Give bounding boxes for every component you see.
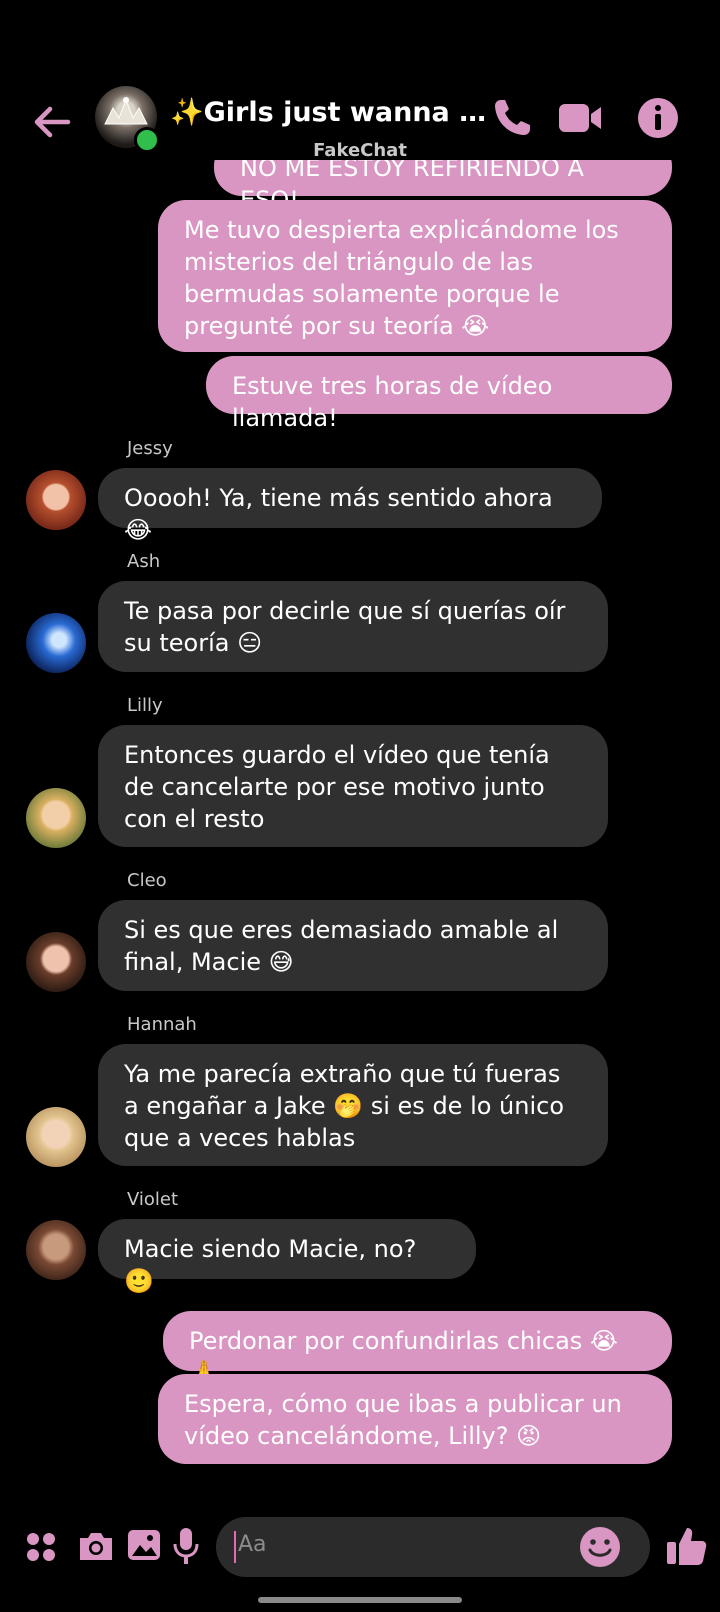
incoming-message[interactable]: Ooooh! Ya, tiene más sentido ahora 😂: [98, 468, 602, 544]
phone-icon[interactable]: [488, 94, 536, 142]
thumbs-up-icon[interactable]: [664, 1524, 708, 1568]
text-cursor: [234, 1531, 236, 1563]
message-text: Macie siendo Macie, no? 🙂: [124, 1235, 417, 1295]
info-icon[interactable]: [634, 94, 682, 142]
video-icon[interactable]: [556, 94, 604, 142]
sender-name: Violet: [127, 1189, 179, 1210]
camera-icon[interactable]: [76, 1528, 116, 1564]
incoming-message[interactable]: Te pasa por decirle que sí querías oír s…: [98, 581, 608, 672]
incoming-message[interactable]: Entonces guardo el vídeo que tenía de ca…: [98, 725, 608, 847]
message-text: Espera, cómo que ibas a publicar un víde…: [184, 1390, 622, 1450]
sender-name: Hannah: [127, 1014, 197, 1035]
sender-name: Ash: [127, 551, 161, 572]
emoji-icon[interactable]: [578, 1525, 622, 1569]
message-text: Entonces guardo el vídeo que tenía de ca…: [124, 741, 550, 833]
message-text: Si es que eres demasiado amable al final…: [124, 916, 559, 976]
chat-header: ✨Girls just wanna to h... FakeChat: [0, 80, 720, 172]
apps-icon[interactable]: [24, 1530, 58, 1564]
sender-name: Cleo: [127, 870, 167, 891]
watermark: FakeChat: [313, 140, 407, 161]
avatar-ash[interactable]: [26, 613, 86, 673]
composer-bar: Aa: [0, 1512, 720, 1582]
message-text: Me tuvo despierta explicándome los miste…: [184, 216, 619, 340]
back-arrow-icon[interactable]: [30, 100, 74, 144]
avatar-lilly[interactable]: [26, 788, 86, 848]
home-indicator: [258, 1597, 462, 1603]
sender-name: Jessy: [127, 438, 173, 459]
chat-title[interactable]: ✨Girls just wanna to h...: [170, 96, 492, 128]
microphone-icon[interactable]: [172, 1526, 200, 1566]
avatar-violet[interactable]: [26, 1220, 86, 1280]
gallery-icon[interactable]: [126, 1526, 162, 1564]
message-input[interactable]: Aa: [216, 1517, 650, 1577]
outgoing-message[interactable]: Me tuvo despierta explicándome los miste…: [158, 200, 672, 352]
avatar-hannah[interactable]: [26, 1107, 86, 1167]
message-text: Te pasa por decirle que sí querías oír s…: [124, 597, 566, 657]
message-text: Ooooh! Ya, tiene más sentido ahora 😂: [124, 484, 553, 544]
incoming-message[interactable]: Si es que eres demasiado amable al final…: [98, 900, 608, 991]
avatar-jessy[interactable]: [26, 470, 86, 530]
avatar-cleo[interactable]: [26, 932, 86, 992]
message-placeholder: Aa: [238, 1532, 267, 1557]
incoming-message[interactable]: Macie siendo Macie, no? 🙂: [98, 1219, 476, 1295]
incoming-message[interactable]: Ya me parecía extraño que tú fueras a en…: [98, 1044, 608, 1166]
outgoing-message[interactable]: Espera, cómo que ibas a publicar un víde…: [158, 1374, 672, 1464]
sender-name: Lilly: [127, 695, 163, 716]
message-text: Ya me parecía extraño que tú fueras a en…: [124, 1060, 565, 1152]
outgoing-message[interactable]: Perdonar por confundirlas chicas 😭🙏: [163, 1311, 672, 1387]
outgoing-message[interactable]: Estuve tres horas de vídeo llamada!: [206, 356, 672, 432]
message-text: Estuve tres horas de vídeo llamada!: [232, 372, 553, 432]
